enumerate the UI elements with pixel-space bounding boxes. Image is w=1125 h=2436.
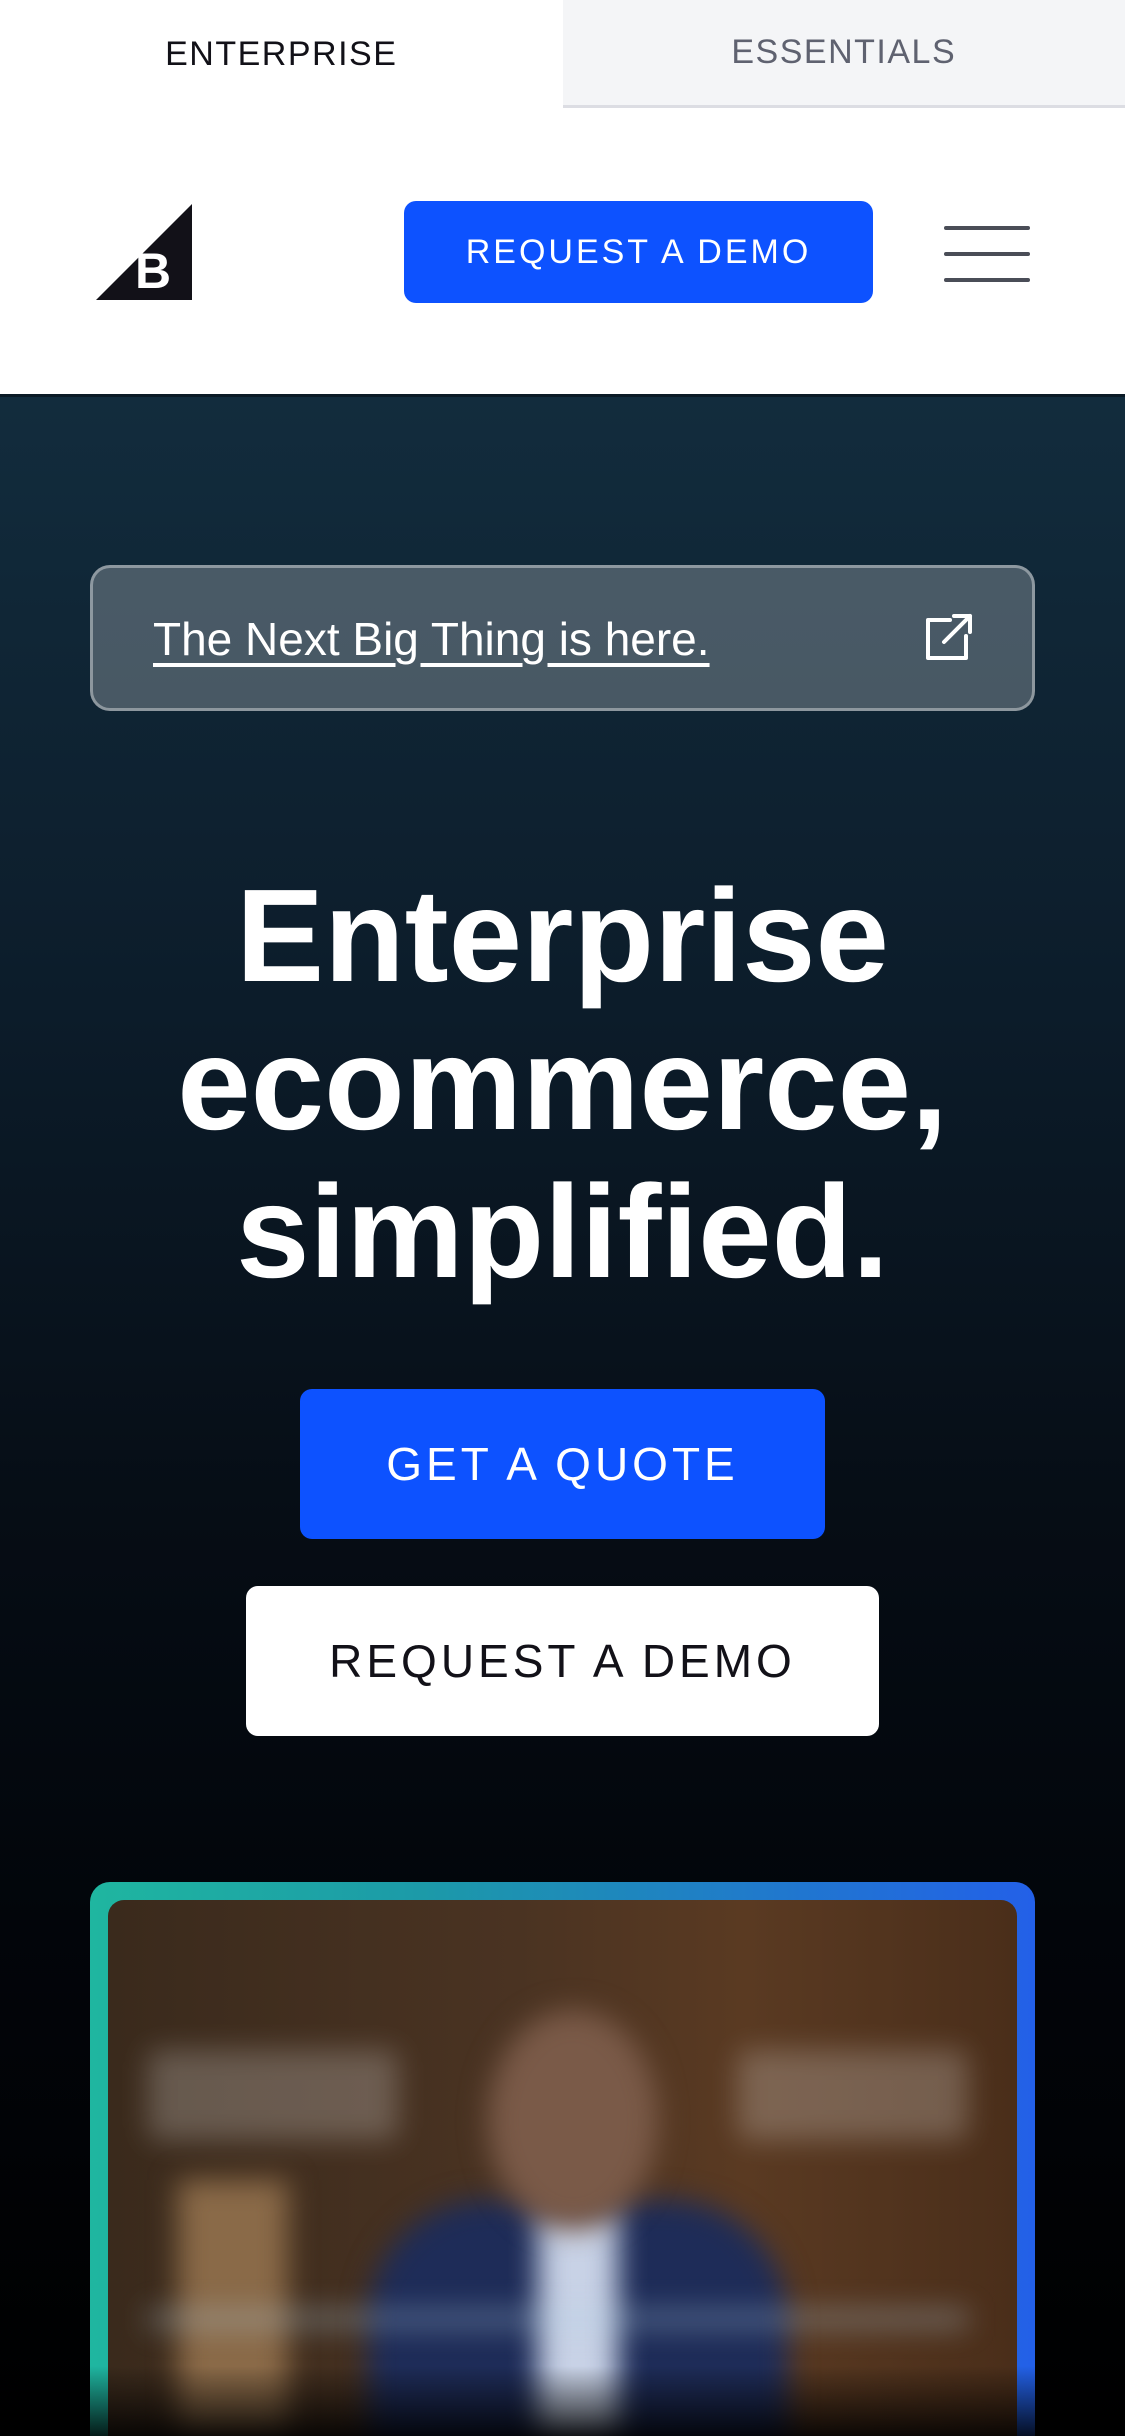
hamburger-menu-icon[interactable] bbox=[944, 226, 1030, 282]
tab-essentials[interactable]: ESSENTIALS bbox=[562, 0, 1125, 108]
video-caption-right bbox=[738, 2050, 968, 2140]
site-header: B REQUEST A DEMO bbox=[0, 108, 1125, 397]
get-quote-button[interactable]: GET A QUOTE bbox=[300, 1389, 825, 1539]
video-frame bbox=[108, 1900, 1017, 2436]
bigcommerce-logo-icon[interactable]: B bbox=[96, 204, 192, 300]
request-demo-button[interactable]: REQUEST A DEMO bbox=[246, 1586, 879, 1736]
svg-text:B: B bbox=[135, 243, 171, 299]
video-progress-bar bbox=[148, 2310, 968, 2328]
video-caption-left bbox=[148, 2050, 398, 2140]
tab-enterprise[interactable]: ENTERPRISE bbox=[0, 0, 563, 108]
external-link-icon bbox=[926, 614, 972, 660]
headline-line-1: Enterprise bbox=[236, 862, 889, 1009]
request-demo-header-button[interactable]: REQUEST A DEMO bbox=[404, 201, 873, 303]
headline-line-2: ecommerce, bbox=[177, 1010, 948, 1157]
announcement-banner[interactable]: The Next Big Thing is here. bbox=[90, 565, 1035, 711]
video-thumbnail[interactable] bbox=[90, 1882, 1035, 2436]
segment-tabs: ENTERPRISE ESSENTIALS bbox=[0, 0, 1125, 108]
hero-headline: Enterprise ecommerce, simplified. bbox=[60, 862, 1065, 1306]
announcement-link[interactable]: The Next Big Thing is here. bbox=[153, 612, 710, 666]
hero-section: The Next Big Thing is here. Enterprise e… bbox=[0, 397, 1125, 2436]
headline-line-3: simplified. bbox=[236, 1158, 889, 1305]
video-person-head bbox=[488, 2010, 658, 2230]
video-fade bbox=[90, 2366, 1035, 2436]
